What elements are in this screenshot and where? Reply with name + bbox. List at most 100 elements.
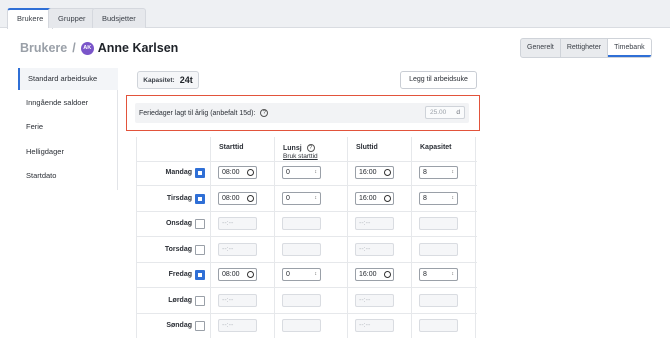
start-time-input[interactable]: --:--: [218, 319, 257, 332]
holiday-days-input[interactable]: 25.00 d: [425, 106, 465, 119]
tab-budsjetter[interactable]: Budsjetter: [92, 8, 146, 28]
clock-icon: [247, 195, 254, 202]
end-time-input[interactable]: 16:00: [355, 166, 394, 179]
holiday-label-text: Feriedager lagt til årlig (anbefalt 15d)…: [139, 109, 256, 117]
column-header-start: Starttid: [219, 144, 244, 151]
stepper-icon[interactable]: ↕: [452, 269, 455, 280]
start-time-input[interactable]: --:--: [218, 243, 257, 256]
tab-grupper[interactable]: Grupper: [48, 8, 96, 28]
day-label: Fredag: [168, 271, 192, 278]
capacity-input[interactable]: [419, 243, 458, 256]
end-time-input[interactable]: 16:00: [355, 268, 394, 281]
capacity-input[interactable]: 8 ↕: [419, 268, 458, 281]
add-work-week-button[interactable]: Legg til arbeidsuke: [400, 71, 477, 89]
end-time-input[interactable]: --:--: [355, 319, 394, 332]
capacity-value: 24t: [179, 75, 193, 85]
day-label: Mandag: [165, 169, 192, 176]
end-time-input[interactable]: --:--: [355, 243, 394, 256]
capacity-value: 8: [423, 195, 427, 202]
capacity-input[interactable]: [419, 319, 458, 332]
lunch-input[interactable]: 0 ↕: [282, 166, 321, 179]
capacity-input[interactable]: 8 ↕: [419, 166, 458, 179]
side-nav: Standard arbeidsuke Inngående saldoer Fe…: [18, 68, 118, 190]
lunch-help-icon[interactable]: ?: [306, 144, 315, 152]
start-time-value: 08:00: [222, 271, 240, 278]
day-checkbox[interactable]: [195, 270, 205, 280]
column-header-capacity: Kapasitet: [420, 144, 452, 151]
end-time-input[interactable]: --:--: [355, 294, 394, 307]
day-label: Lørdag: [168, 297, 192, 304]
start-time-value: --:--: [222, 297, 234, 304]
holiday-row: Feriedager lagt til årlig (anbefalt 15d)…: [135, 103, 469, 123]
clock-icon: [384, 169, 391, 176]
row-divider: [137, 262, 477, 263]
end-time-value: --:--: [359, 220, 371, 227]
lunch-input[interactable]: [282, 319, 321, 332]
work-week-table: Starttid Lunsj ? Bruk starttid Sluttid K…: [136, 137, 477, 338]
start-time-input[interactable]: 08:00: [218, 268, 257, 281]
lunch-input[interactable]: 0 ↕: [282, 268, 321, 281]
end-time-input[interactable]: --:--: [355, 217, 394, 230]
sidebar-item-ferie[interactable]: Ferie: [18, 116, 118, 138]
stepper-icon[interactable]: ↕: [452, 193, 455, 204]
row-divider: [137, 185, 477, 186]
holiday-unit: d: [456, 109, 460, 116]
stepper-icon[interactable]: ↕: [315, 167, 318, 178]
lunch-input[interactable]: [282, 294, 321, 307]
clock-icon: [384, 271, 391, 278]
start-time-input[interactable]: --:--: [218, 217, 257, 230]
lunch-input[interactable]: 0 ↕: [282, 192, 321, 205]
day-label: Søndag: [166, 322, 192, 329]
day-checkbox[interactable]: [195, 219, 205, 229]
sidebar-item-standard-arbeidsuke[interactable]: Standard arbeidsuke: [18, 68, 118, 90]
start-time-value: --:--: [222, 246, 234, 253]
end-time-value: 16:00: [359, 271, 377, 278]
lunch-input[interactable]: [282, 217, 321, 230]
view-timebank-button[interactable]: Timebank: [608, 39, 651, 57]
use-start-time-link[interactable]: Bruk starttid: [283, 153, 318, 160]
clock-icon: [247, 169, 254, 176]
day-checkbox[interactable]: [195, 168, 205, 178]
start-time-input[interactable]: --:--: [218, 294, 257, 307]
end-time-value: 16:00: [359, 195, 377, 202]
day-checkbox[interactable]: [195, 245, 205, 255]
capacity-input[interactable]: [419, 217, 458, 230]
holiday-days-placeholder: 25.00: [430, 109, 447, 116]
view-rettigheter-button[interactable]: Rettigheter: [561, 39, 609, 57]
sidebar-item-startdato[interactable]: Startdato: [18, 165, 118, 187]
capacity-label: Kapasitet:: [143, 76, 175, 84]
sidebar-item-inngaende-saldoer[interactable]: Inngående saldoer: [18, 92, 118, 114]
end-time-value: --:--: [359, 322, 371, 329]
capacity-input[interactable]: 8 ↕: [419, 192, 458, 205]
end-time-input[interactable]: 16:00: [355, 192, 394, 205]
end-time-value: --:--: [359, 297, 371, 304]
capacity-value: 8: [423, 169, 427, 176]
start-time-value: 08:00: [222, 169, 240, 176]
start-time-value: --:--: [222, 220, 234, 227]
clock-icon: [384, 195, 391, 202]
lunch-input[interactable]: [282, 243, 321, 256]
sidebar-item-helligdager[interactable]: Helligdager: [18, 141, 118, 163]
view-generelt-button[interactable]: Generelt: [521, 39, 561, 57]
capacity-input[interactable]: [419, 294, 458, 307]
day-label: Onsdag: [165, 220, 192, 227]
lunch-value: 0: [286, 195, 290, 202]
lunch-value: 0: [286, 169, 290, 176]
row-divider: [137, 287, 477, 288]
breadcrumb-parent-link[interactable]: Brukere: [20, 41, 67, 55]
view-toggle: Generelt Rettigheter Timebank: [520, 38, 652, 58]
stepper-icon[interactable]: ↕: [315, 193, 318, 204]
stepper-icon[interactable]: ↕: [315, 269, 318, 280]
end-time-value: 16:00: [359, 169, 377, 176]
lunch-value: 0: [286, 271, 290, 278]
start-time-input[interactable]: 08:00: [218, 192, 257, 205]
start-time-input[interactable]: 08:00: [218, 166, 257, 179]
day-checkbox[interactable]: [195, 296, 205, 306]
help-icon[interactable]: ?: [260, 109, 269, 117]
tab-brukere[interactable]: Brukere: [7, 8, 54, 29]
stepper-icon[interactable]: ↕: [452, 167, 455, 178]
column-divider: [347, 137, 348, 338]
day-checkbox[interactable]: [195, 194, 205, 204]
day-checkbox[interactable]: [195, 321, 205, 331]
row-divider: [137, 313, 477, 314]
